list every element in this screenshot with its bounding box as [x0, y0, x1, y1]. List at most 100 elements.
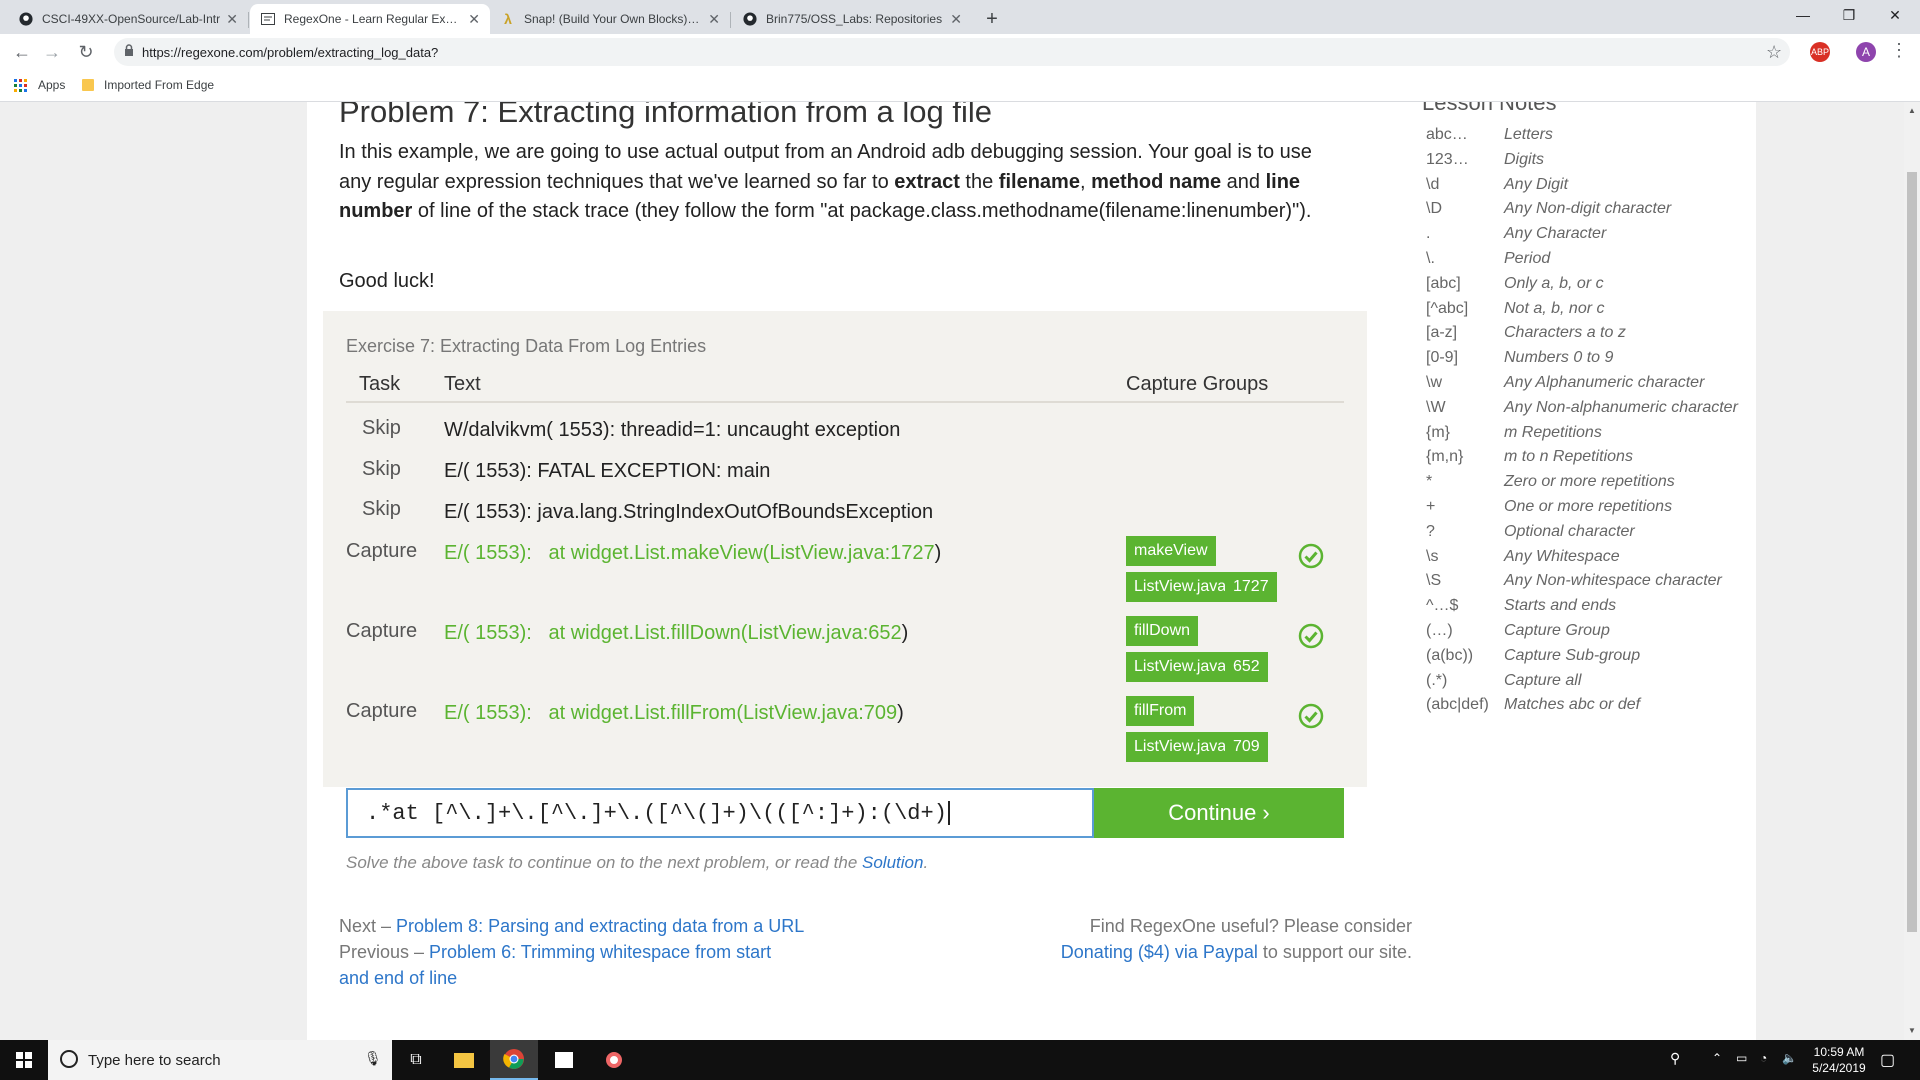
clock[interactable]: 10:59 AM 5/24/2019	[1808, 1044, 1870, 1076]
close-window-icon[interactable]: ✕	[1872, 0, 1918, 30]
donate-link[interactable]: Donating ($4) via Paypal	[1061, 942, 1258, 962]
note-key: ?	[1426, 522, 1435, 540]
task-view-icon[interactable]: ⧉	[392, 1040, 440, 1080]
note-value: Any Non-whitespace character	[1504, 572, 1722, 590]
note-key: *	[1426, 473, 1433, 491]
close-tab-icon[interactable]: ✕	[226, 11, 238, 28]
scroll-up-icon[interactable]: ▲	[1908, 106, 1916, 115]
menu-kebab-icon[interactable]: ⋮	[1890, 40, 1908, 61]
reload-icon[interactable]: ↻	[72, 38, 100, 66]
volume-icon[interactable]: 🔈	[1782, 1051, 1797, 1065]
store-icon[interactable]	[540, 1040, 588, 1080]
header-text: Text	[444, 373, 481, 395]
note-value: Zero or more repetitions	[1504, 473, 1675, 491]
wifi-icon[interactable]: ◔	[1760, 1051, 1767, 1065]
bookmarks-bar: Apps Imported From Edge	[0, 70, 1920, 102]
previous-lesson-link[interactable]: Problem 6: Trimming whitespace from star…	[429, 942, 771, 962]
capture-badge-line: 652	[1225, 652, 1268, 682]
header-capture-groups: Capture Groups	[1126, 373, 1269, 395]
bookmark-folder-imported[interactable]: Imported From Edge	[104, 78, 214, 92]
minimize-icon[interactable]: —	[1780, 0, 1826, 30]
note-value: Any Alphanumeric character	[1504, 374, 1705, 391]
note-value: Only a, b, or c	[1504, 274, 1604, 292]
app-icon[interactable]	[590, 1040, 638, 1080]
back-icon[interactable]: ←	[8, 38, 36, 66]
close-tab-icon[interactable]: ✕	[950, 11, 962, 28]
note-key: [a-z]	[1426, 324, 1458, 342]
scrollbar-thumb[interactable]	[1907, 172, 1917, 932]
tab-title: RegexOne - Learn Regular Expre	[284, 12, 463, 26]
tab-lab-intro[interactable]: CSCI-49XX-OpenSource/Lab-Intr ✕	[8, 4, 248, 34]
note-key: .	[1426, 225, 1431, 243]
url-text: https://regexone.com/problem/extracting_…	[142, 44, 439, 60]
notification-icon[interactable]: ▢	[1880, 1050, 1895, 1070]
note-value: Any Whitespace	[1504, 547, 1620, 565]
apps-grid-icon	[14, 79, 28, 96]
close-tab-icon[interactable]: ✕	[468, 11, 480, 28]
row-task: Skip	[362, 458, 401, 480]
capture-badge-filename: ListView.java	[1126, 732, 1235, 762]
note-key: (…)	[1426, 622, 1453, 639]
check-circle-icon	[1298, 703, 1324, 729]
note-value: Capture all	[1504, 671, 1582, 689]
lock-icon	[124, 43, 134, 61]
note-value: m to n Repetitions	[1504, 448, 1633, 466]
capture-badge-line: 1727	[1225, 572, 1277, 602]
tray-chevron-icon[interactable]: ⌃	[1712, 1051, 1722, 1065]
tab-regexone[interactable]: RegexOne - Learn Regular Expre ✕	[250, 4, 490, 34]
github-icon	[18, 11, 34, 27]
people-icon[interactable]: ⚲	[1670, 1050, 1680, 1067]
restore-icon[interactable]: ❐	[1826, 0, 1872, 30]
cortana-icon	[60, 1050, 78, 1068]
windows-start-icon[interactable]	[0, 1040, 48, 1080]
chrome-taskbar-icon[interactable]	[490, 1040, 538, 1080]
continue-button[interactable]: Continue ›	[1094, 788, 1344, 838]
solution-hint: Solve the above task to continue on to t…	[346, 853, 929, 872]
note-value: Period	[1504, 250, 1551, 267]
row-task: Skip	[362, 498, 401, 520]
capture-badge-method: fillFrom	[1126, 696, 1195, 726]
forward-icon[interactable]: →	[38, 38, 66, 66]
tab-snap[interactable]: λ Snap! (Build Your Own Blocks) 4.2 ✕	[490, 4, 730, 34]
solution-link[interactable]: Solution	[862, 853, 923, 872]
note-value: Capture Sub-group	[1504, 646, 1641, 664]
tab-oss-labs[interactable]: Brin775/OSS_Labs: Repositories ✕	[732, 4, 972, 34]
note-value: Any Digit	[1504, 175, 1569, 193]
tab-title: Brin775/OSS_Labs: Repositories	[766, 12, 943, 26]
profile-avatar[interactable]: A	[1856, 42, 1876, 62]
row-task: Capture	[346, 540, 418, 562]
file-explorer-icon[interactable]	[440, 1040, 488, 1080]
note-key: \S	[1426, 572, 1442, 590]
tab-title: CSCI-49XX-OpenSource/Lab-Intr	[42, 12, 221, 26]
taskbar-search[interactable]: Type here to search 🎙	[48, 1040, 392, 1080]
close-tab-icon[interactable]: ✕	[708, 11, 720, 28]
note-key: abc…	[1426, 126, 1468, 143]
new-tab-button[interactable]: +	[978, 6, 1006, 32]
exercise-title: Exercise 7: Extracting Data From Log Ent…	[346, 336, 707, 356]
donate-text: Find RegexOne useful? Please consider	[1089, 916, 1412, 936]
address-bar[interactable]: https://regexone.com/problem/extracting_…	[114, 38, 1790, 66]
previous-lesson-link-cont[interactable]: and end of line	[339, 968, 457, 988]
extension-icon[interactable]: ABP	[1810, 42, 1830, 62]
page-scrollbar[interactable]: ▲ ▼	[1904, 102, 1920, 1040]
bookmark-apps[interactable]: Apps	[38, 78, 65, 92]
header-divider	[346, 401, 1344, 403]
note-value: Any Non-alphanumeric character	[1504, 398, 1738, 416]
microphone-icon[interactable]: 🎙	[364, 1050, 382, 1067]
note-key: [^abc]	[1426, 299, 1469, 317]
notes-title: Lesson Notes	[1422, 102, 1557, 115]
note-value: Optional character	[1504, 522, 1635, 540]
donate-section: Find RegexOne useful? Please consider Do…	[867, 913, 1412, 965]
row-task: Capture	[346, 700, 418, 722]
row-text: E/( 1553): at widget.List.fillFrom(ListV…	[444, 702, 904, 724]
note-value: Capture Group	[1504, 622, 1610, 639]
check-circle-icon	[1298, 623, 1324, 649]
exercise-panel: Exercise 7: Extracting Data From Log Ent…	[323, 311, 1367, 872]
bookmark-star-icon[interactable]: ☆	[1766, 42, 1782, 63]
capture-badge-filename: ListView.java	[1126, 572, 1235, 602]
clock-date: 5/24/2019	[1812, 1061, 1866, 1075]
regex-input[interactable]: .*at [^\.]+\.[^\.]+\.([^\(]+)\(([^:]+):(…	[346, 788, 1094, 838]
row-task: Skip	[362, 417, 401, 439]
scroll-down-icon[interactable]: ▼	[1908, 1026, 1916, 1035]
next-lesson-link[interactable]: Problem 8: Parsing and extracting data f…	[396, 916, 804, 936]
